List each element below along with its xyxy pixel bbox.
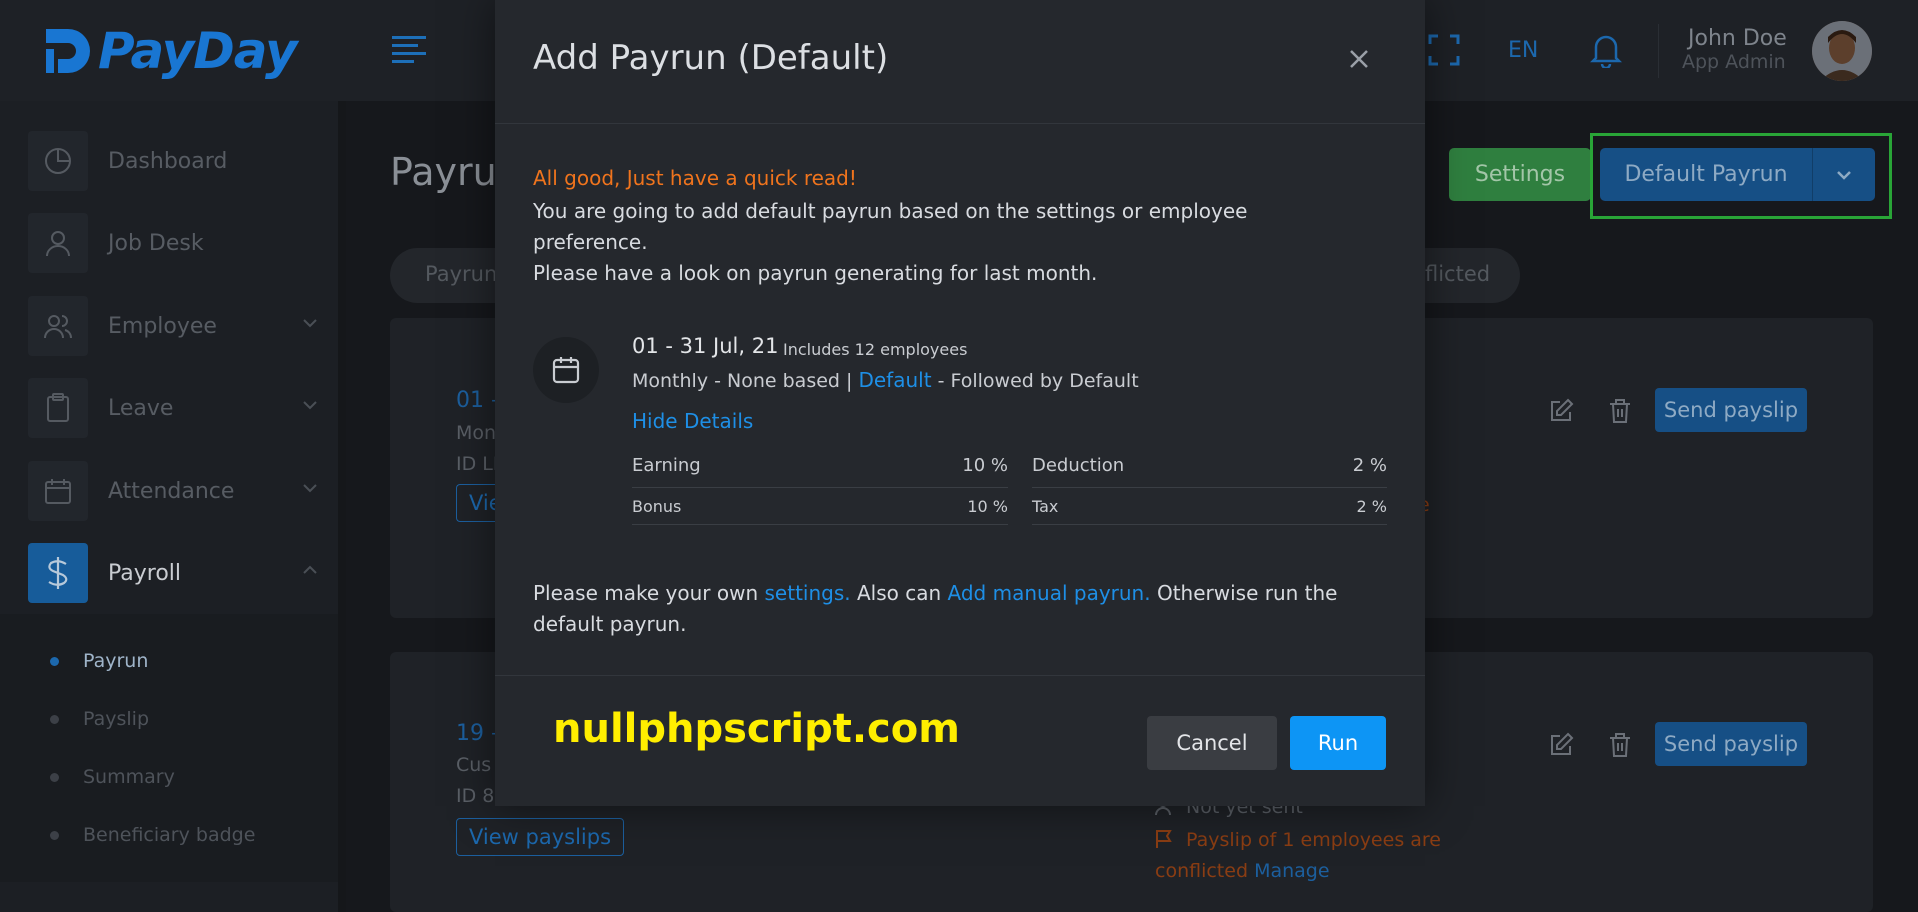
users-icon — [28, 296, 88, 356]
flag-icon — [1156, 830, 1172, 848]
divider — [632, 487, 1008, 488]
edit-icon[interactable] — [1548, 398, 1574, 424]
default-link[interactable]: Default — [858, 368, 931, 392]
menu-icon[interactable] — [392, 36, 426, 64]
submenu-item-summary[interactable]: Summary — [50, 766, 175, 788]
sidebar-item-label: Payroll — [108, 560, 182, 586]
hide-details-link[interactable]: Hide Details — [632, 409, 753, 433]
trash-icon[interactable] — [1608, 398, 1632, 424]
submenu-item-payslip[interactable]: Payslip — [50, 708, 149, 730]
conflict-text: conflicted Manage — [1155, 856, 1330, 886]
settings-link[interactable]: settings. — [765, 581, 851, 605]
sidebar-item-label: Employee — [108, 313, 217, 339]
submenu-item-beneficiary-badge[interactable]: Beneficiary badge — [50, 824, 255, 846]
language-selector[interactable]: EN — [1508, 38, 1538, 63]
run-button[interactable]: Run — [1290, 716, 1386, 770]
sidebar-item-job-desk[interactable]: Job Desk — [28, 213, 318, 273]
modal-title: Add Payrun (Default) — [533, 38, 889, 78]
earning-label: Earning — [632, 455, 701, 476]
footer-note: Please make your own settings. Also can … — [533, 578, 1393, 640]
user-icon — [28, 213, 88, 273]
chevron-up-icon — [303, 565, 317, 574]
user-name[interactable]: John Doe — [1688, 26, 1787, 51]
chevron-down-icon — [303, 319, 317, 328]
sidebar-item-payroll[interactable]: Payroll — [28, 543, 318, 603]
alert-title: All good, Just have a quick read! — [533, 166, 857, 190]
add-payrun-modal: Add Payrun (Default) All good, Just have… — [495, 0, 1425, 806]
trash-icon[interactable] — [1608, 732, 1632, 758]
bonus-label: Bonus — [632, 497, 682, 516]
sidebar-item-label: Leave — [108, 395, 174, 421]
sidebar-item-label: Job Desk — [108, 230, 204, 256]
meta-suffix: - Followed by Default — [937, 370, 1139, 392]
employee-count: Includes 12 employees — [783, 340, 968, 359]
conflict-text: Payslip of 1 employees are — [1186, 825, 1441, 855]
sidebar-item-leave[interactable]: Leave — [28, 378, 318, 438]
send-payslip-button[interactable]: Send payslip — [1655, 388, 1807, 432]
calendar-icon — [28, 461, 88, 521]
bell-icon[interactable] — [1590, 32, 1622, 68]
topbar-divider — [1658, 24, 1659, 78]
alert-line: You are going to add default payrun base… — [533, 199, 1248, 254]
add-manual-payrun-link[interactable]: Add manual payrun. — [948, 581, 1151, 605]
chevron-down-icon — [303, 401, 317, 410]
calendar-icon — [533, 337, 599, 403]
sidebar-item-employee[interactable]: Employee — [28, 296, 318, 356]
avatar[interactable] — [1812, 21, 1872, 81]
conflict-line: conflicted — [1155, 860, 1249, 882]
divider — [1032, 524, 1387, 525]
conflict-line: Payslip of 1 employees are — [1186, 829, 1441, 851]
submenu-label: Payrun — [83, 650, 149, 672]
tax-label: Tax — [1032, 497, 1059, 516]
fullscreen-icon[interactable] — [1428, 34, 1460, 66]
submenu-item-payrun[interactable]: Payrun — [50, 650, 148, 672]
payrun-type: Cus — [456, 754, 492, 776]
submenu-label: Beneficiary badge — [83, 824, 256, 846]
chevron-down-icon — [303, 484, 317, 493]
cancel-button[interactable]: Cancel — [1147, 716, 1277, 770]
brand-name: PayDay — [98, 22, 298, 80]
note-text: Also can — [856, 581, 942, 605]
tab-payrun[interactable]: Payrun — [425, 262, 497, 286]
chevron-down-icon[interactable] — [1813, 170, 1875, 180]
pie-chart-icon — [28, 131, 88, 191]
default-payrun-label: Default Payrun — [1624, 162, 1788, 187]
tab-conflicted[interactable]: flicted — [1425, 262, 1490, 286]
clipboard-icon — [28, 378, 88, 438]
meta-prefix: Monthly - None based | — [632, 370, 853, 392]
edit-icon[interactable] — [1548, 732, 1574, 758]
brand-logo[interactable]: PayDay — [42, 22, 298, 80]
user-role: App Admin — [1682, 51, 1786, 73]
manage-link[interactable]: Manage — [1254, 860, 1329, 882]
payrun-period: 01 - 31 Jul, 21 — [632, 334, 779, 358]
send-payslip-button[interactable]: Send payslip — [1655, 722, 1807, 766]
tax-value: 2 % — [1356, 497, 1387, 516]
payday-logo-icon — [46, 29, 90, 73]
alert-line: Please have a look on payrun generating … — [533, 261, 1098, 285]
default-payrun-button[interactable]: Default Payrun — [1600, 148, 1875, 201]
close-icon[interactable] — [1348, 48, 1370, 70]
dollar-icon — [28, 543, 88, 603]
payrun-meta: Monthly - None based | Default - Followe… — [632, 368, 1139, 392]
watermark-text: nullphpscript.com — [553, 706, 960, 752]
alert-body: You are going to add default payrun base… — [533, 196, 1313, 289]
sidebar-item-label: Attendance — [108, 478, 235, 504]
view-payslips-button[interactable]: View payslips — [456, 818, 625, 856]
sidebar-item-label: Dashboard — [108, 148, 228, 174]
bonus-value: 10 % — [967, 497, 1008, 516]
deduction-value: 2 % — [1352, 455, 1387, 476]
divider — [632, 524, 1008, 525]
submenu-label: Summary — [83, 766, 175, 788]
deduction-label: Deduction — [1032, 455, 1125, 476]
earning-value: 10 % — [962, 455, 1008, 476]
settings-button[interactable]: Settings — [1449, 148, 1591, 201]
sidebar-scrollbar[interactable] — [338, 101, 346, 912]
submenu-label: Payslip — [83, 708, 150, 730]
sidebar-item-dashboard[interactable]: Dashboard — [28, 131, 318, 191]
divider — [1032, 487, 1387, 488]
sidebar-item-attendance[interactable]: Attendance — [28, 461, 318, 521]
payrun-type: Mon — [456, 422, 497, 444]
note-text: Please make your own — [533, 581, 759, 605]
